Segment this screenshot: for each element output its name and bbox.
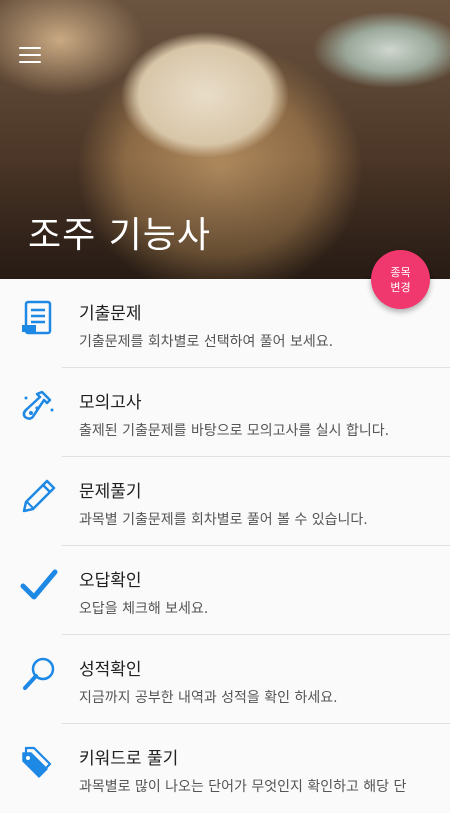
pencil-icon <box>22 479 56 513</box>
menu-item-desc: 출제된 기출문제를 바탕으로 모의고사를 실시 합니다. <box>79 423 390 439</box>
menu-item-label: 키워드로 풀기 <box>79 749 179 769</box>
flask-icon <box>22 390 54 420</box>
menu-item-label: 오답확인 <box>79 571 142 591</box>
document-list-icon <box>22 300 52 335</box>
page-title: 조주 기능사 <box>28 215 212 256</box>
fab-label-line1: 종목 <box>390 265 411 279</box>
change-subject-button[interactable]: 종목 변경 <box>371 250 430 309</box>
menu-item-solve-problems[interactable]: 문제풀기 과목별 기출문제를 회차별로 풀어 볼 수 있습니다. <box>0 457 450 546</box>
header-banner: 조주 기능사 <box>0 0 450 279</box>
menu-item-check-grades[interactable]: 성적확인 지금까지 공부한 내역과 성적을 확인 하세요. <box>0 635 450 724</box>
menu-item-wrong-answers[interactable]: 오답확인 오답을 체크해 보세요. <box>0 546 450 635</box>
menu-item-mock-exam[interactable]: 모의고사 출제된 기출문제를 바탕으로 모의고사를 실시 합니다. <box>0 368 450 457</box>
menu-item-label: 기출문제 <box>79 304 142 324</box>
tag-icon <box>22 746 52 778</box>
menu-item-label: 성적확인 <box>79 660 142 680</box>
menu-item-label: 문제풀기 <box>79 482 142 502</box>
menu-item-desc: 과목별 기출문제를 회차별로 풀어 볼 수 있습니다. <box>79 512 368 528</box>
magnifier-icon <box>23 657 55 690</box>
hamburger-menu-icon[interactable] <box>19 46 41 64</box>
menu-item-desc: 오답을 체크해 보세요. <box>79 601 209 617</box>
checkmark-icon <box>20 569 58 600</box>
fab-label-line2: 변경 <box>390 280 411 294</box>
menu-list: 기출문제 기출문제를 회차별로 선택하여 풀어 보세요. 모의고사 출제된 기출… <box>0 279 450 813</box>
menu-item-desc: 과목별로 많이 나오는 단어가 무엇인지 확인하고 해당 단 <box>79 779 407 795</box>
menu-item-desc: 기출문제를 회차별로 선택하여 풀어 보세요. <box>79 334 334 350</box>
menu-item-label: 모의고사 <box>79 393 142 413</box>
menu-item-desc: 지금까지 공부한 내역과 성적을 확인 하세요. <box>79 690 338 706</box>
